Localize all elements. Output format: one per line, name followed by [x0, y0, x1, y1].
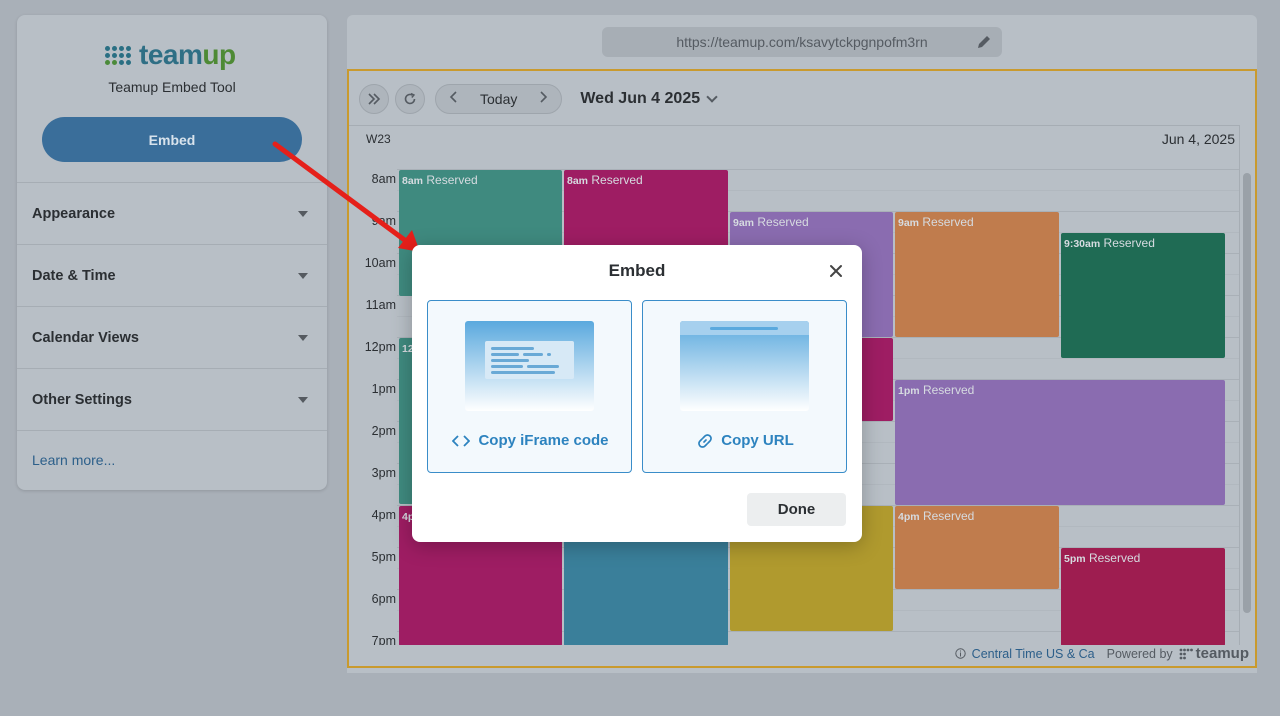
double-chevron-right-icon	[368, 93, 381, 105]
learn-more-link[interactable]: Learn more...	[32, 452, 115, 468]
refresh-button[interactable]	[395, 84, 425, 114]
chevron-down-icon	[298, 334, 308, 341]
logo-dots-icon	[105, 45, 131, 65]
calendar-url-field[interactable]: https://teamup.com/ksavytckpgnpofm3rn	[602, 27, 1002, 57]
hour-label: 4pm	[371, 508, 396, 522]
calendar-event[interactable]: 5pm Reserved	[1061, 548, 1225, 645]
powered-by-text: Powered by	[1106, 646, 1173, 661]
calendar-event[interactable]: 9:30am Reserved	[1061, 233, 1225, 358]
hour-label: 11am	[365, 298, 396, 312]
section-label: Date & Time	[32, 267, 116, 284]
hour-label: 6pm	[371, 592, 396, 606]
tool-title: Teamup Embed Tool	[108, 79, 236, 95]
code-icon	[452, 434, 471, 447]
calendar-footer: Central Time US & Ca Powered by teamup	[954, 645, 1249, 662]
chevron-right-icon	[540, 91, 548, 103]
dialog-title: Embed	[608, 261, 666, 280]
section-label: Appearance	[32, 205, 116, 222]
scrollbar-track	[1239, 125, 1255, 645]
embed-dialog: Embed Copy iFrame code Copy URL Done	[412, 245, 862, 542]
teamup-logo: teamup	[105, 39, 236, 70]
footer-logo[interactable]: teamup	[1179, 645, 1249, 662]
hour-label: 3pm	[371, 466, 396, 480]
scrollbar-thumb[interactable]	[1243, 173, 1251, 613]
calendar-url-text: https://teamup.com/ksavytckpgnpofm3rn	[676, 34, 928, 50]
section-other-settings[interactable]: Other Settings	[17, 368, 327, 430]
previous-button[interactable]	[442, 90, 466, 108]
section-label: Calendar Views	[32, 329, 139, 346]
section-label: Other Settings	[32, 391, 132, 408]
chevron-down-icon	[298, 272, 308, 279]
calendar-event[interactable]: 9am Reserved	[895, 212, 1059, 337]
today-button[interactable]: Today	[466, 91, 531, 107]
calendar-event[interactable]: 1pm Reserved	[895, 380, 1225, 505]
section-calendar-views[interactable]: Calendar Views	[17, 306, 327, 368]
close-icon[interactable]	[828, 263, 844, 279]
hour-label: 7pm	[371, 634, 396, 645]
chevron-down-icon	[706, 91, 718, 103]
calendar-toolbar: Today Wed Jun 4 2025	[359, 83, 718, 115]
pencil-icon[interactable]	[976, 34, 992, 50]
done-button[interactable]: Done	[747, 493, 846, 526]
hour-label: 5pm	[371, 550, 396, 564]
copy-url-option[interactable]: Copy URL	[642, 300, 847, 473]
hour-label: 1pm	[371, 382, 396, 396]
info-icon	[954, 648, 966, 659]
logo-text: teamup	[139, 39, 236, 70]
red-arrow-annotation	[272, 141, 420, 252]
iframe-preview-illustration	[465, 321, 594, 411]
refresh-icon	[404, 92, 416, 105]
footer-logo-text: teamup	[1195, 645, 1249, 662]
day-header: Jun 4, 2025	[1161, 131, 1235, 147]
option-label: Copy URL	[643, 432, 848, 449]
divider	[17, 430, 327, 431]
next-button[interactable]	[531, 90, 555, 108]
timezone-link[interactable]: Central Time US & Ca	[972, 647, 1095, 661]
date-picker-toggle[interactable]: Wed Jun 4 2025	[580, 90, 718, 108]
calendar-event[interactable]: 4pm Reserved	[895, 506, 1059, 589]
date-title: Wed Jun 4 2025	[580, 90, 701, 107]
chevron-left-icon	[449, 91, 457, 103]
copy-iframe-option[interactable]: Copy iFrame code	[427, 300, 632, 473]
hour-label: 2pm	[371, 424, 396, 438]
link-icon	[698, 433, 713, 448]
option-label: Copy iFrame code	[428, 432, 633, 449]
teamup-logo-icon	[1179, 648, 1193, 659]
expand-sidebar-button[interactable]	[359, 84, 389, 114]
hour-label: 12pm	[364, 340, 396, 354]
url-preview-illustration	[680, 321, 809, 411]
date-navigation: Today	[435, 84, 563, 114]
chevron-down-icon	[298, 396, 308, 403]
